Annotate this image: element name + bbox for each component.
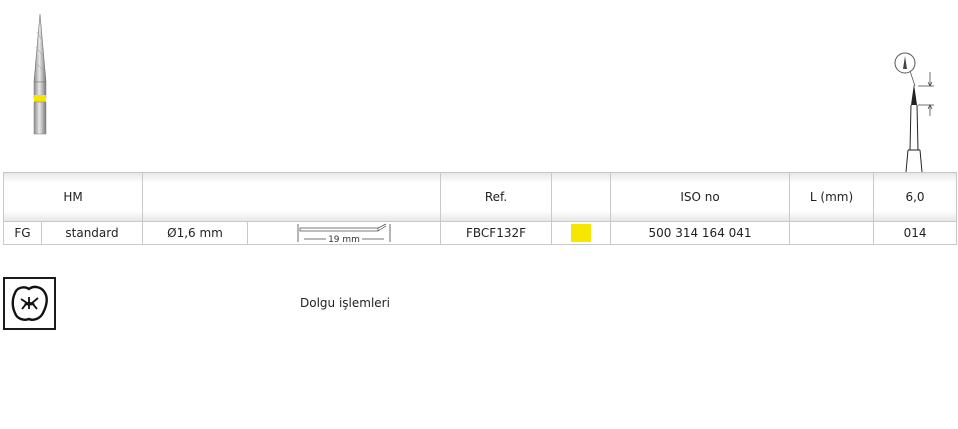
- product-table: HM Ref. ISO no L (mm) 6,0 FG standard Ø1…: [2, 172, 958, 245]
- shank-drawing: 19 mm: [297, 223, 391, 244]
- header-color: [551, 172, 612, 222]
- color-ring: [34, 95, 46, 102]
- header-material: HM: [2, 172, 144, 222]
- shank-length-label: 19 mm: [328, 235, 360, 244]
- header-diameter: [142, 172, 442, 222]
- cell-iso: 500 314 164 041: [610, 221, 791, 245]
- header-iso: ISO no: [610, 172, 791, 222]
- filling-tooth-icon: [3, 277, 56, 330]
- profile-drawing: [894, 52, 934, 172]
- cell-length: [789, 221, 875, 245]
- table-header-row: HM Ref. ISO no L (mm) 6,0: [2, 172, 958, 222]
- color-swatch: [571, 224, 592, 242]
- bur-image: [33, 13, 47, 135]
- header-length-label: L (mm): [789, 172, 875, 222]
- cell-type: FG: [3, 221, 42, 245]
- cell-color: [551, 221, 612, 245]
- cell-diameter: Ø1,6 mm: [142, 221, 249, 245]
- header-length-value: 6,0: [873, 172, 958, 222]
- header-ref: Ref.: [440, 172, 553, 222]
- cell-shank-drawing: 19 mm: [247, 221, 442, 245]
- table-row: FG standard Ø1,6 mm 19 mm FBCF132F 500 3…: [3, 221, 958, 245]
- cell-ref: FBCF132F: [440, 221, 553, 245]
- cell-size: 014: [873, 221, 958, 245]
- usage-label: Dolgu işlemleri: [300, 296, 390, 310]
- cell-shank: standard: [40, 221, 144, 245]
